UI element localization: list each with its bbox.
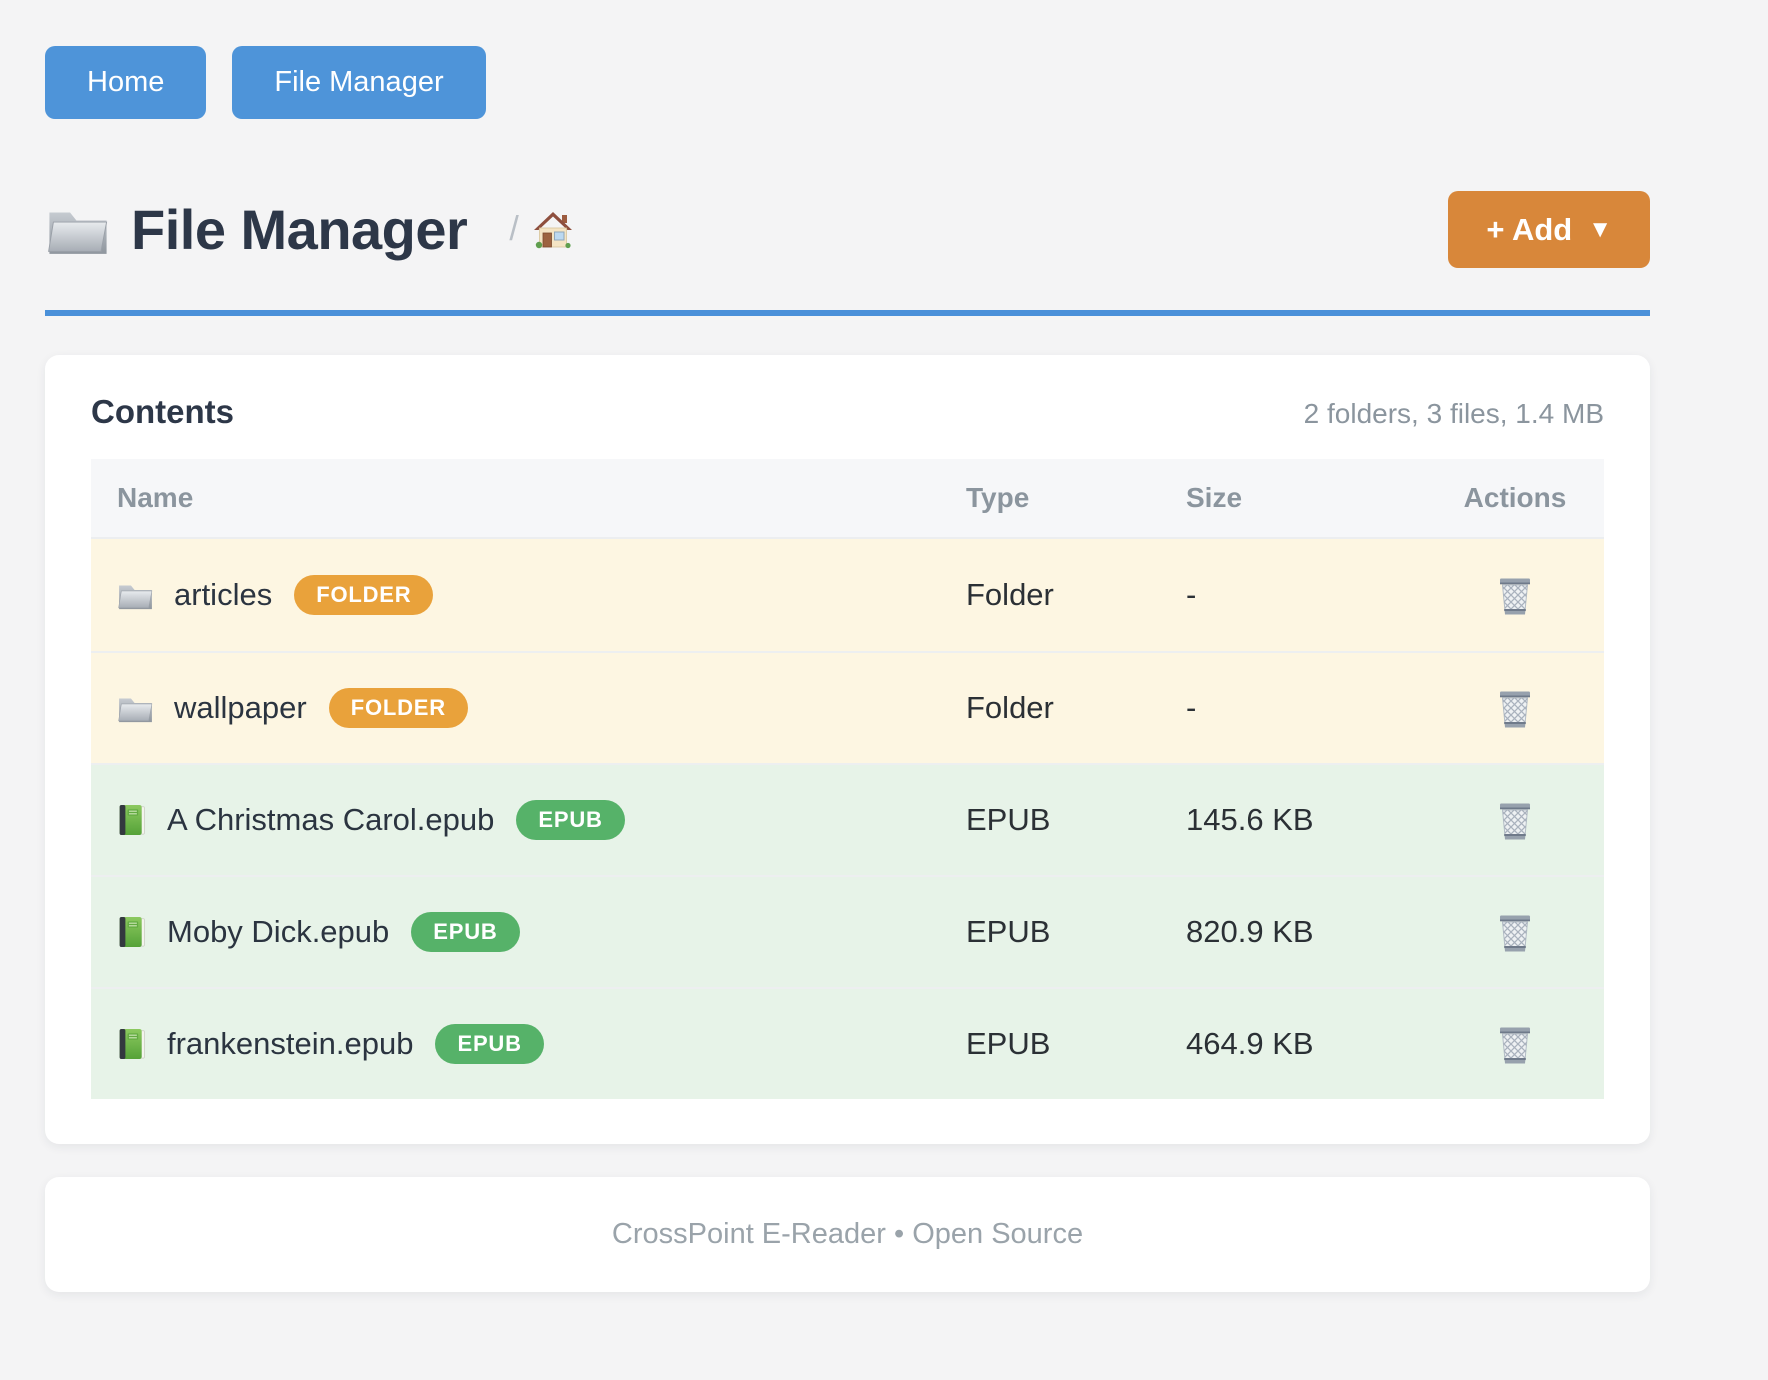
size-cell: 145.6 KB [1186, 802, 1426, 838]
book-icon [117, 803, 147, 837]
trash-icon [1497, 911, 1533, 953]
name-cell: frankenstein.epub EPUB [91, 1024, 966, 1064]
contents-card-header: Contents 2 folders, 3 files, 1.4 MB [91, 393, 1604, 431]
delete-button[interactable] [1493, 795, 1537, 845]
trash-icon [1497, 1023, 1533, 1065]
type-badge: FOLDER [294, 575, 433, 615]
actions-cell [1426, 907, 1604, 957]
contents-summary: 2 folders, 3 files, 1.4 MB [1304, 398, 1604, 430]
file-table: Name Type Size Actions [91, 459, 1604, 1099]
file-name[interactable]: wallpaper [174, 690, 307, 726]
type-badge: FOLDER [329, 688, 468, 728]
delete-button[interactable] [1493, 1019, 1537, 1069]
contents-card: Contents 2 folders, 3 files, 1.4 MB Name… [45, 355, 1650, 1144]
title-wrap: File Manager / [45, 197, 573, 262]
actions-cell [1426, 683, 1604, 733]
table-row: articles FOLDER Folder - [91, 539, 1604, 651]
table-row: Moby Dick.epub EPUB EPUB 820.9 KB [91, 875, 1604, 987]
table-row: wallpaper FOLDER Folder - [91, 651, 1604, 763]
file-name[interactable]: A Christmas Carol.epub [167, 802, 494, 838]
open-folder-icon [45, 203, 111, 257]
footer-text: CrossPoint E-Reader • Open Source [612, 1218, 1083, 1251]
add-button-label: + Add [1486, 214, 1572, 245]
trash-icon [1497, 687, 1533, 729]
nav-home-button[interactable]: Home [45, 46, 206, 119]
home-icon[interactable] [533, 211, 573, 249]
top-nav: Home File Manager [45, 46, 1650, 119]
type-cell: EPUB [966, 1026, 1186, 1062]
page-header: File Manager / + Add ▼ [45, 191, 1650, 268]
breadcrumb: / [509, 210, 572, 249]
page-title: File Manager [131, 197, 467, 262]
table-row: A Christmas Carol.epub EPUB EPUB 145.6 K… [91, 763, 1604, 875]
column-header-size: Size [1186, 482, 1426, 514]
breadcrumb-separator: / [509, 210, 518, 249]
footer-card: CrossPoint E-Reader • Open Source [45, 1177, 1650, 1292]
book-icon [117, 1027, 147, 1061]
size-cell: 820.9 KB [1186, 914, 1426, 950]
delete-button[interactable] [1493, 683, 1537, 733]
table-body: articles FOLDER Folder - [91, 539, 1604, 1099]
type-cell: Folder [966, 690, 1186, 726]
actions-cell [1426, 795, 1604, 845]
type-cell: Folder [966, 577, 1186, 613]
type-cell: EPUB [966, 802, 1186, 838]
column-header-name: Name [91, 482, 966, 514]
contents-heading: Contents [91, 393, 234, 431]
column-header-type: Type [966, 482, 1186, 514]
delete-button[interactable] [1493, 570, 1537, 620]
name-cell: A Christmas Carol.epub EPUB [91, 800, 966, 840]
file-name[interactable]: frankenstein.epub [167, 1026, 413, 1062]
trash-icon [1497, 799, 1533, 841]
table-row: frankenstein.epub EPUB EPUB 464.9 KB [91, 987, 1604, 1099]
table-header-row: Name Type Size Actions [91, 459, 1604, 539]
name-cell: articles FOLDER [91, 575, 966, 615]
nav-file-manager-button[interactable]: File Manager [232, 46, 485, 119]
file-name[interactable]: articles [174, 577, 272, 613]
actions-cell [1426, 570, 1604, 620]
trash-icon [1497, 574, 1533, 616]
type-badge: EPUB [435, 1024, 543, 1064]
name-cell: Moby Dick.epub EPUB [91, 912, 966, 952]
add-button[interactable]: + Add ▼ [1448, 191, 1650, 268]
delete-button[interactable] [1493, 907, 1537, 957]
file-name[interactable]: Moby Dick.epub [167, 914, 389, 950]
actions-cell [1426, 1019, 1604, 1069]
name-cell: wallpaper FOLDER [91, 688, 966, 728]
size-cell: 464.9 KB [1186, 1026, 1426, 1062]
book-icon [117, 915, 147, 949]
folder-icon [117, 580, 154, 611]
size-cell: - [1186, 690, 1426, 726]
type-badge: EPUB [516, 800, 624, 840]
page: Home File Manager File Manager / [45, 0, 1650, 1292]
type-cell: EPUB [966, 914, 1186, 950]
column-header-actions: Actions [1426, 482, 1604, 514]
type-badge: EPUB [411, 912, 519, 952]
header-divider [45, 310, 1650, 316]
caret-down-icon: ▼ [1588, 218, 1612, 242]
folder-icon [117, 693, 154, 724]
size-cell: - [1186, 577, 1426, 613]
